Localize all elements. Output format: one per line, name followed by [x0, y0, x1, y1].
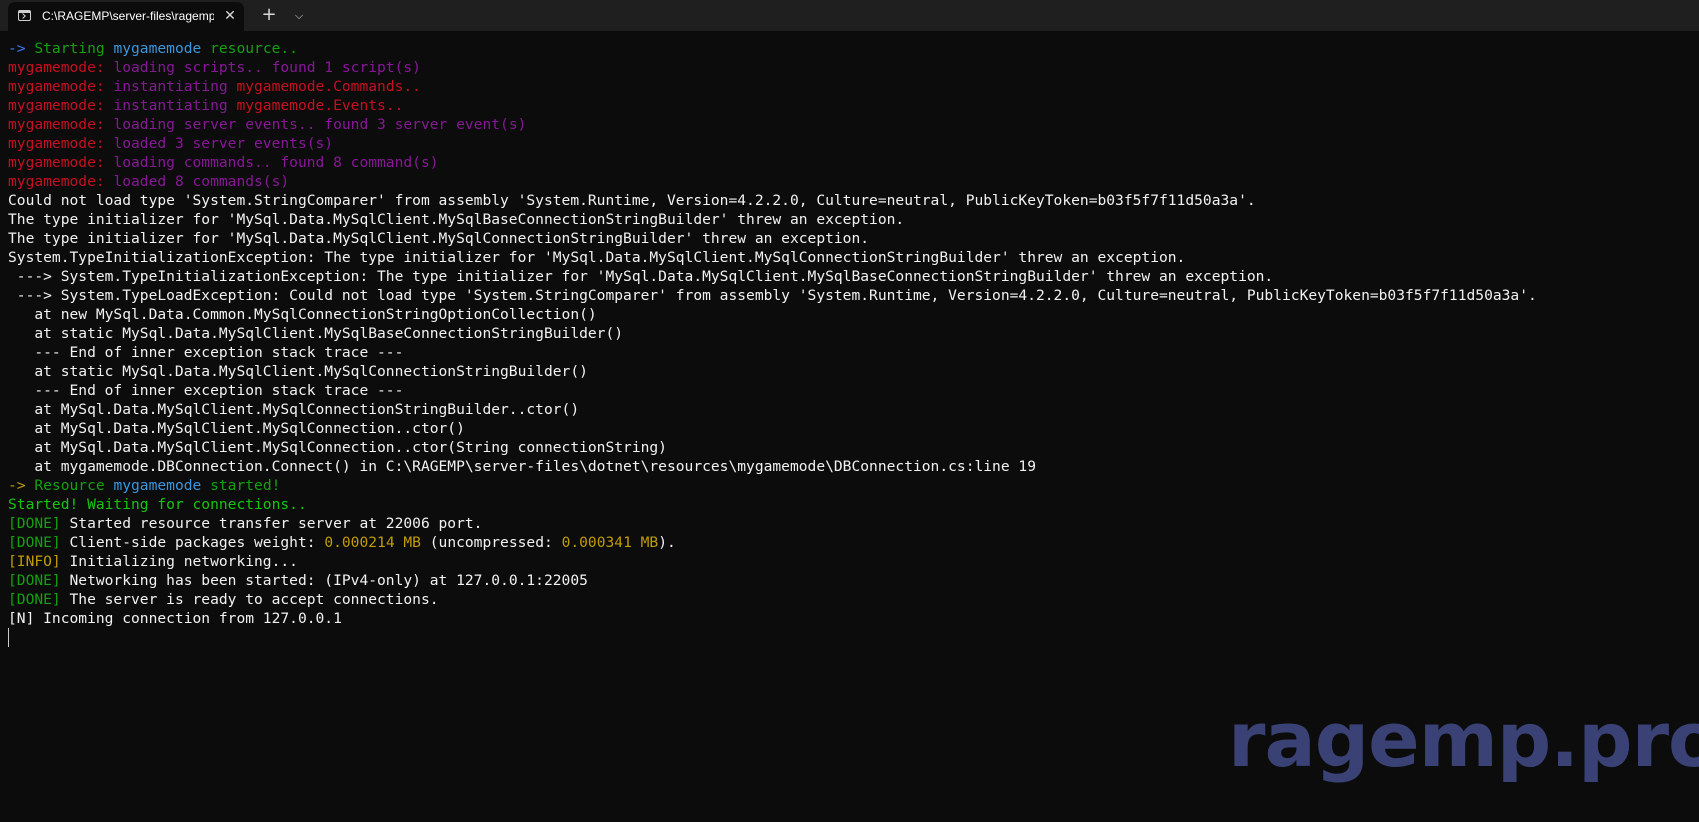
console-text-segment: [DONE] — [8, 515, 61, 532]
console-text-segment: [DONE] — [8, 572, 61, 589]
console-text-segment: mygamemode — [113, 477, 202, 494]
terminal-window: C:\RAGEMP\server-files\ragemp-server.exe… — [0, 0, 1699, 822]
console-text-segment: at static MySql.Data.MySqlClient.MySqlBa… — [8, 325, 624, 342]
console-text-segment: Could not load type 'System.StringCompar… — [8, 192, 1256, 209]
console-text-segment: -> — [8, 477, 35, 494]
console-text-segment: mygamemode: — [8, 78, 114, 95]
console-text-segment: mygamemode: — [8, 173, 114, 190]
terminal-icon — [18, 10, 31, 21]
console-text-segment: ---> System.TypeInitializationException:… — [8, 268, 1274, 285]
console-text-segment: ---> System.TypeLoadException: Could not… — [8, 287, 1537, 304]
console-text-segment: The type initializer for 'MySql.Data.MyS… — [8, 211, 905, 228]
close-icon[interactable]: ✕ — [221, 7, 239, 25]
console-text-segment: resource.. — [201, 40, 298, 57]
console-text-segment: at mygamemode.DBConnection.Connect() in … — [8, 458, 1036, 475]
console-line: mygamemode: loaded 3 server events(s) — [8, 134, 1699, 153]
chevron-down-icon[interactable]: ⌵ — [288, 5, 310, 27]
console-text-segment: instantiating — [113, 97, 237, 114]
console-line: The type initializer for 'MySql.Data.MyS… — [8, 229, 1699, 248]
console-text-segment: loaded 8 commands(s) — [113, 173, 290, 190]
console-output[interactable]: -> Starting mygamemode resource.. mygamem… — [8, 39, 1699, 647]
console-line: mygamemode: loading scripts.. found 1 sc… — [8, 58, 1699, 77]
console-text-segment: Client-side packages weight: — [60, 534, 325, 551]
console-text-segment: at new MySql.Data.Common.MySqlConnection… — [8, 306, 597, 323]
console-line: -> Starting mygamemode resource.. — [8, 39, 1699, 58]
console-text-segment: Started resource transfer server at 2200… — [60, 515, 483, 532]
console-text-segment: started! — [201, 477, 281, 494]
console-text-segment: mygamemode: — [8, 154, 114, 171]
console-text-segment: loading commands.. found 8 command(s) — [113, 154, 439, 171]
console-line: at static MySql.Data.MySqlClient.MySqlCo… — [8, 362, 1699, 381]
console-line: at mygamemode.DBConnection.Connect() in … — [8, 457, 1699, 476]
console-text-segment: 0.000214 MB — [324, 534, 421, 551]
console-line: at static MySql.Data.MySqlClient.MySqlBa… — [8, 324, 1699, 343]
console-text-segment: -> — [8, 40, 35, 57]
console-line: [DONE] The server is ready to accept con… — [8, 590, 1699, 609]
console-line: [DONE] Started resource transfer server … — [8, 514, 1699, 533]
console-text-segment: --- End of inner exception stack trace -… — [8, 382, 404, 399]
console-line: mygamemode: instantiating mygamemode.Com… — [8, 77, 1699, 96]
console-line: ---> System.TypeLoadException: Could not… — [8, 286, 1699, 305]
console-text-segment: [INFO] — [8, 553, 61, 570]
console-text-segment: Started! Waiting for connections.. — [8, 496, 307, 513]
watermark-logo: ragemp.pro — [1228, 695, 1699, 784]
console-text-segment: --- End of inner exception stack trace -… — [8, 344, 404, 361]
console-text-segment: loaded 3 server events(s) — [113, 135, 334, 152]
console-text-segment: System.TypeInitializationException: The … — [8, 249, 1186, 266]
tab-terminal[interactable]: C:\RAGEMP\server-files\ragemp-server.exe… — [8, 2, 244, 31]
console-line: at new MySql.Data.Common.MySqlConnection… — [8, 305, 1699, 324]
console-line: [DONE] Client-side packages weight: 0.00… — [8, 533, 1699, 552]
console-text-segment: Networking has been started: (IPv4-only)… — [60, 572, 588, 589]
tab-title: C:\RAGEMP\server-files\ragemp-server.exe — [42, 9, 214, 23]
console-line: mygamemode: loading server events.. foun… — [8, 115, 1699, 134]
console-text-segment: Initializing networking... — [60, 553, 298, 570]
console-line: mygamemode: instantiating mygamemode.Eve… — [8, 96, 1699, 115]
console-line: mygamemode: loading commands.. found 8 c… — [8, 153, 1699, 172]
console-line: Started! Waiting for connections.. — [8, 495, 1699, 514]
console-text-segment: mygamemode.Commands.. — [236, 78, 421, 95]
console-line: at MySql.Data.MySqlClient.MySqlConnectio… — [8, 400, 1699, 419]
console-line: [N] Incoming connection from 127.0.0.1 — [8, 609, 1699, 628]
console-line: at MySql.Data.MySqlClient.MySqlConnectio… — [8, 419, 1699, 438]
prompt-line[interactable] — [8, 628, 1699, 647]
console-line: Could not load type 'System.StringCompar… — [8, 191, 1699, 210]
console-text-segment: loading scripts.. found 1 script(s) — [113, 59, 421, 76]
console-text-segment: Starting — [34, 40, 114, 57]
console-line: [INFO] Initializing networking... — [8, 552, 1699, 571]
console-text-segment: mygamemode: — [8, 135, 114, 152]
console-text-segment: mygamemode.Events.. — [236, 97, 404, 114]
console-text-segment: mygamemode: — [8, 116, 114, 133]
console-text-segment: loading server events.. found 3 server e… — [113, 116, 527, 133]
console-line: The type initializer for 'MySql.Data.MyS… — [8, 210, 1699, 229]
console-text-segment: at MySql.Data.MySqlClient.MySqlConnectio… — [8, 420, 465, 437]
console-text-segment: 0.000341 MB — [561, 534, 659, 551]
console-text-segment: mygamemode: — [8, 59, 114, 76]
console-text-segment: instantiating — [113, 78, 237, 95]
console-text-segment: mygamemode: — [8, 97, 114, 114]
console-line: mygamemode: loaded 8 commands(s) — [8, 172, 1699, 191]
console-text-segment: [DONE] — [8, 591, 61, 608]
console-line: -> Resource mygamemode started! — [8, 476, 1699, 495]
console-text-segment: [DONE] — [8, 534, 61, 551]
title-bar: C:\RAGEMP\server-files\ragemp-server.exe… — [0, 0, 1699, 31]
text-cursor — [8, 628, 9, 647]
console-text-segment: (uncompressed: — [420, 534, 562, 551]
console-line: System.TypeInitializationException: The … — [8, 248, 1699, 267]
console-text-segment: at static MySql.Data.MySqlClient.MySqlCo… — [8, 363, 588, 380]
console-text-segment: at MySql.Data.MySqlClient.MySqlConnectio… — [8, 439, 667, 456]
console-line: ---> System.TypeInitializationException:… — [8, 267, 1699, 286]
console-line: --- End of inner exception stack trace -… — [8, 343, 1699, 362]
console-text-segment: Resource — [34, 477, 114, 494]
console-text-segment: The server is ready to accept connection… — [60, 591, 439, 608]
console-text-segment: mygamemode — [113, 40, 202, 57]
console-line: at MySql.Data.MySqlClient.MySqlConnectio… — [8, 438, 1699, 457]
console-line: --- End of inner exception stack trace -… — [8, 381, 1699, 400]
console-text-segment: [N] Incoming connection from 127.0.0.1 — [8, 610, 342, 627]
console-text-segment: at MySql.Data.MySqlClient.MySqlConnectio… — [8, 401, 580, 418]
console-text-segment: The type initializer for 'MySql.Data.MyS… — [8, 230, 870, 247]
console-line: [DONE] Networking has been started: (IPv… — [8, 571, 1699, 590]
console-text-segment: ). — [658, 534, 676, 551]
plus-icon[interactable]: + — [258, 5, 280, 27]
